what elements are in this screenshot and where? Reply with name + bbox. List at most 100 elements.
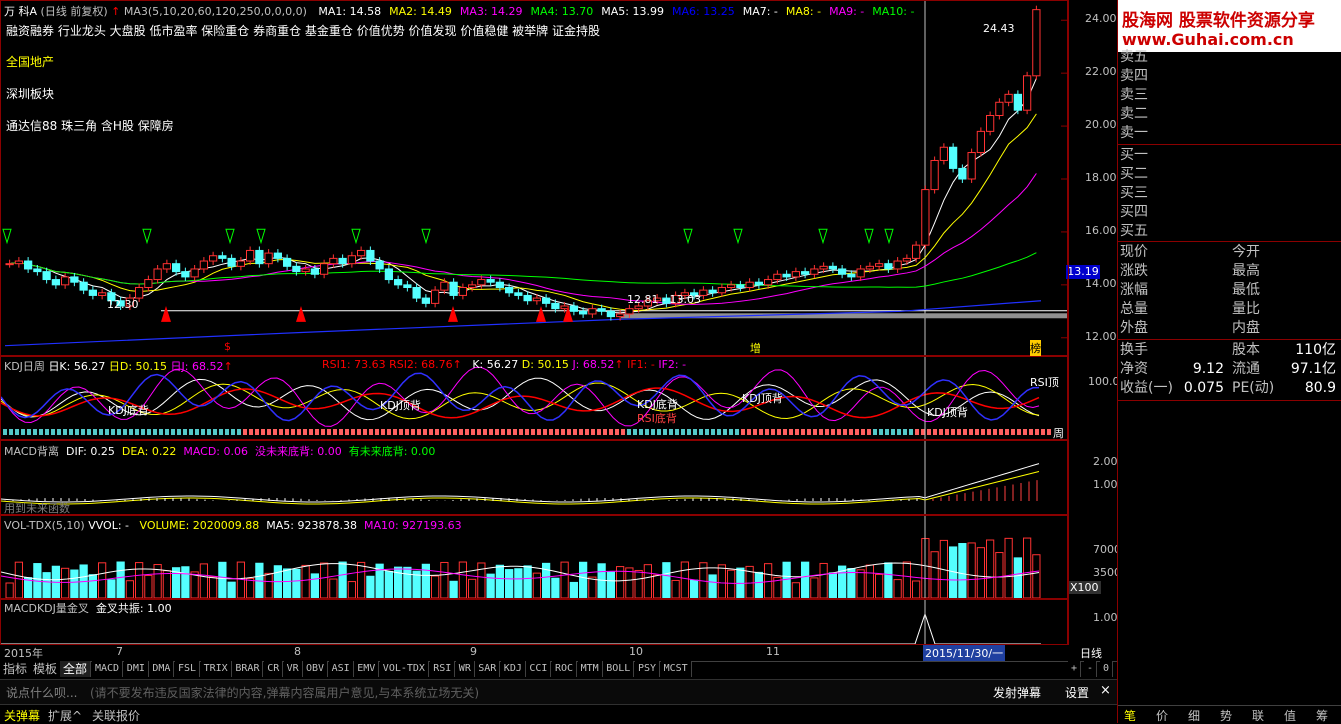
toolbar-left-tab[interactable]: 指标 xyxy=(0,661,32,677)
kdj-bar xyxy=(573,429,577,435)
indicator-tab-全部[interactable]: 全部 xyxy=(60,661,92,677)
indicator-tab-macd[interactable]: MACD xyxy=(92,661,124,677)
kdj-bar xyxy=(1035,429,1039,435)
indicator-tab-wr[interactable]: WR xyxy=(455,661,475,677)
candle-body xyxy=(209,255,218,262)
quote-bottom-tab[interactable]: 联 xyxy=(1252,707,1264,724)
indicator-tab-roc[interactable]: ROC xyxy=(552,661,578,677)
candle-body xyxy=(930,159,939,191)
k2-value: K: 56.27 xyxy=(472,358,519,371)
quote-bottom-tab[interactable]: 价 xyxy=(1156,707,1168,724)
candle-body xyxy=(597,308,606,312)
indicator-tab-dmi[interactable]: DMI xyxy=(123,661,149,677)
indicator-tab-vol-tdx[interactable]: VOL-TDX xyxy=(379,661,429,677)
s-marker[interactable]: $ xyxy=(224,340,231,353)
kdj-bar xyxy=(207,429,211,435)
indicator-tab-kdj[interactable]: KDJ xyxy=(500,661,526,677)
kdj-bar xyxy=(423,429,427,435)
kdj-bar xyxy=(165,429,169,435)
toolbar-right-button[interactable]: + xyxy=(1068,661,1082,677)
vol-title[interactable]: VOL-TDX(5,10) xyxy=(4,519,85,532)
kdj-bar xyxy=(1041,429,1045,435)
toolbar-right-button[interactable]: 0 xyxy=(1100,661,1114,677)
kdj-annotation-1: KDJ底背 xyxy=(108,404,149,417)
volume-bar xyxy=(283,568,292,598)
candle-body xyxy=(24,260,33,270)
quote-bottom-tab[interactable]: 细 xyxy=(1188,707,1200,724)
volume-bar xyxy=(514,568,523,598)
settings-button[interactable]: 设置 xyxy=(1065,684,1089,701)
expand-tab[interactable]: 扩展^ xyxy=(48,707,82,724)
volume-bar xyxy=(403,566,412,598)
kdj-bar xyxy=(627,429,631,435)
candlestick-chart[interactable] xyxy=(1,1,1067,355)
volume-bar xyxy=(449,580,458,598)
kdj-bar xyxy=(1029,429,1033,435)
related-quotes-tab[interactable]: 关联报价 xyxy=(92,707,140,724)
indicator-tab-mcst[interactable]: MCST xyxy=(660,661,692,677)
toolbar-left-tab[interactable]: 模板 xyxy=(30,661,62,677)
kdj-bar xyxy=(411,429,415,435)
indicator-tab-asi[interactable]: ASI xyxy=(328,661,354,677)
indicator-tab-psy[interactable]: PSY xyxy=(635,661,661,677)
kdj-bar xyxy=(249,429,253,435)
candle-body xyxy=(144,279,153,288)
week-tag[interactable]: 周 xyxy=(1053,425,1064,441)
kdj-bar xyxy=(747,429,751,435)
toolbar-right-button[interactable]: - xyxy=(1084,661,1098,677)
quote-bottom-tab[interactable]: 筹 xyxy=(1316,707,1328,724)
if1-value: IF1: - xyxy=(627,358,655,371)
quote-label: 涨幅 xyxy=(1120,282,1148,298)
volume-bar xyxy=(754,571,763,598)
indicator-tab-sar[interactable]: SAR xyxy=(475,661,501,677)
indicator-tab-cci[interactable]: CCI xyxy=(526,661,552,677)
volume-bar xyxy=(893,579,902,598)
indicator-tab-emv[interactable]: EMV xyxy=(354,661,380,677)
candle-body xyxy=(828,265,837,270)
buy-arrow-icon xyxy=(161,306,171,322)
ask-row-label: 卖四 xyxy=(1120,68,1148,84)
quote-bottom-tab[interactable]: 值 xyxy=(1284,707,1296,724)
zeng-marker[interactable]: 增 xyxy=(750,340,761,356)
stock-name[interactable]: 万 科A xyxy=(4,5,37,18)
indicator-tab-dma[interactable]: DMA xyxy=(149,661,175,677)
kdj-bar xyxy=(879,429,883,435)
fin-label: PE(动) xyxy=(1232,380,1275,396)
fin-label: 净资 xyxy=(1120,361,1148,377)
kdj-bar xyxy=(795,429,799,435)
indicator-tab-rsi[interactable]: RSI xyxy=(430,661,456,677)
close-icon[interactable]: × xyxy=(1100,683,1111,698)
bang-marker[interactable]: 榜 xyxy=(1030,340,1041,356)
vol-vvol: VVOL: - xyxy=(88,519,130,532)
indicator-tab-vr[interactable]: VR xyxy=(283,661,303,677)
indicator-tab-brar[interactable]: BRAR xyxy=(232,661,264,677)
kdj-bar xyxy=(993,429,997,435)
indicator-tab-mtm[interactable]: MTM xyxy=(577,661,603,677)
volume-bar xyxy=(810,577,819,598)
kdj-title[interactable]: KDJ日周 xyxy=(4,360,45,373)
kdj-bar xyxy=(405,429,409,435)
period-button[interactable]: 日线 xyxy=(1080,645,1102,661)
toggle-danmaku-tab[interactable]: 关弹幕 xyxy=(4,707,40,724)
candle-body xyxy=(310,268,319,275)
indicator-tab-boll[interactable]: BOLL xyxy=(603,661,635,677)
indicator-tab-cr[interactable]: CR xyxy=(264,661,284,677)
macdkdj-title[interactable]: MACDKDJ量金叉 xyxy=(4,602,89,615)
macd-title[interactable]: MACD背离 xyxy=(4,445,59,458)
candle-body xyxy=(366,249,375,262)
indicator-tab-obv[interactable]: OBV xyxy=(303,661,329,677)
candle-body xyxy=(995,101,1004,116)
candle-body xyxy=(893,260,902,270)
kdj-bar xyxy=(963,429,967,435)
main-chart-panel[interactable] xyxy=(0,0,1068,356)
volume-bar xyxy=(579,561,588,598)
quote-bottom-tab[interactable]: 笔 xyxy=(1124,707,1136,724)
indicator-tab-trix[interactable]: TRIX xyxy=(200,661,232,677)
quote-bottom-tab[interactable]: 势 xyxy=(1220,707,1232,724)
sell-arrow-icon xyxy=(884,228,894,245)
comment-input[interactable]: 说点什么呗... xyxy=(6,684,77,701)
volume-bar xyxy=(708,574,717,598)
indicator-tab-fsl[interactable]: FSL xyxy=(175,661,201,677)
volume-bar xyxy=(468,578,477,598)
send-danmaku-button[interactable]: 发射弹幕 xyxy=(993,684,1041,701)
